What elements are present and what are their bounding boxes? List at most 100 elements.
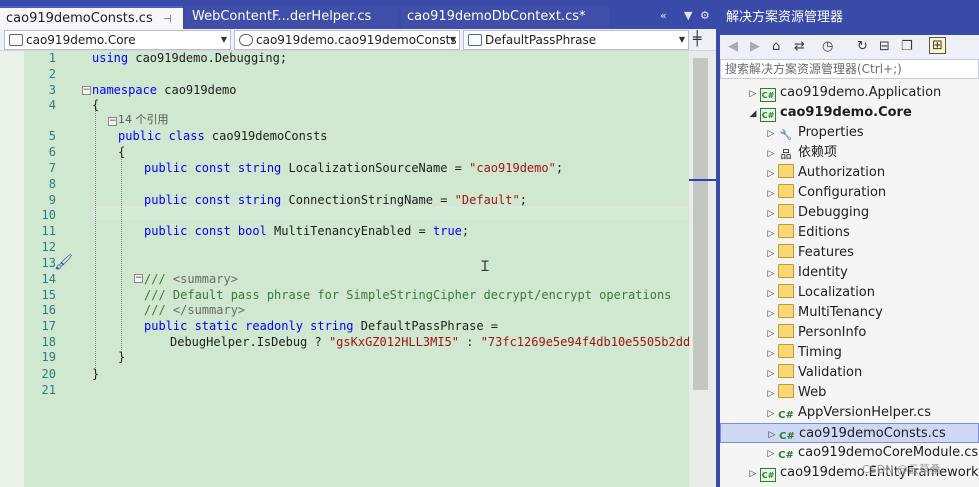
tab-webcontentfolderhelper[interactable]: WebContentF...derHelper.cs bbox=[186, 6, 398, 29]
scrollbar-thumb[interactable] bbox=[693, 58, 708, 390]
tree-item-label: MultiTenancy bbox=[798, 305, 883, 320]
solution-explorer-title: 解决方案资源管理器 bbox=[720, 0, 979, 35]
quick-actions-brush-icon[interactable]: 🖌 bbox=[54, 253, 73, 271]
double-chevron-left-icon[interactable]: « bbox=[660, 9, 667, 22]
collapse-all-icon[interactable]: ⊟ bbox=[879, 39, 890, 54]
tree-item[interactable]: ▷ Validation bbox=[720, 363, 979, 383]
line-number: 5 bbox=[48, 129, 56, 143]
collapsed-arrow-icon[interactable]: ▷ bbox=[764, 444, 778, 464]
folder-icon bbox=[778, 204, 794, 218]
sync-icon[interactable]: ↻ bbox=[857, 39, 868, 54]
collapsed-arrow-icon[interactable]: ▷ bbox=[764, 184, 778, 204]
watermark: CSDN @云草桑 bbox=[862, 463, 941, 476]
class-icon bbox=[239, 34, 253, 46]
tree-item[interactable]: ▷ 🔧 Properties bbox=[720, 123, 979, 143]
tree-item[interactable]: ▷ Authorization bbox=[720, 163, 979, 183]
folder-icon bbox=[778, 164, 794, 178]
tree-item-label: Properties bbox=[798, 125, 864, 140]
tree-item[interactable]: ▷ MultiTenancy bbox=[720, 303, 979, 323]
csharp-file-icon: C# bbox=[778, 410, 794, 421]
collapsed-arrow-icon[interactable]: ▷ bbox=[746, 464, 760, 484]
tab-cao919democonsts[interactable]: cao919demoConsts.cs ⊣ × bbox=[0, 6, 190, 29]
line-number: 18 bbox=[41, 335, 56, 349]
collapsed-arrow-icon[interactable]: ▷ bbox=[764, 404, 778, 424]
code-line-5: public class cao919demoConsts bbox=[118, 129, 328, 143]
pin-icon[interactable]: ⊣ bbox=[163, 14, 172, 25]
fold-class-icon[interactable]: − bbox=[108, 117, 117, 126]
properties-icon[interactable]: ⊞ bbox=[929, 37, 946, 54]
history-icon[interactable]: ◷ bbox=[822, 39, 833, 54]
tree-item[interactable]: ▷ C# AppVersionHelper.cs bbox=[720, 403, 979, 423]
tree-item-label: cao919demo.Core bbox=[780, 105, 912, 120]
tree-item-label: PersonInfo bbox=[798, 325, 867, 340]
collapsed-arrow-icon[interactable]: ▷ bbox=[764, 164, 778, 184]
dependencies-icon: 品 bbox=[780, 148, 792, 161]
collapsed-arrow-icon[interactable]: ▷ bbox=[746, 84, 760, 104]
fold-namespace-icon[interactable]: − bbox=[82, 86, 91, 95]
tree-item[interactable]: ◢ C# cao919demo.Core bbox=[720, 103, 979, 123]
collapsed-arrow-icon[interactable]: ▷ bbox=[764, 304, 778, 324]
csharp-file-icon: C# bbox=[778, 450, 794, 461]
expanded-arrow-icon[interactable]: ◢ bbox=[746, 104, 760, 124]
member-dropdown[interactable]: DefaultPassPhrase ▼ bbox=[463, 30, 689, 50]
dropdown-icon[interactable]: ▼ bbox=[684, 9, 692, 22]
tree-item-label: cao919demoCoreModule.cs bbox=[798, 445, 979, 460]
chevron-down-icon: ▼ bbox=[220, 35, 227, 44]
collapsed-arrow-icon[interactable]: ▷ bbox=[764, 124, 778, 144]
tree-item[interactable]: ▷ Debugging bbox=[720, 203, 979, 223]
tree-item[interactable]: ▷ 品依赖项 bbox=[720, 143, 979, 163]
collapsed-arrow-icon[interactable]: ▷ bbox=[764, 324, 778, 344]
tree-item[interactable]: ▷ Features bbox=[720, 243, 979, 263]
code-editor[interactable] bbox=[0, 51, 689, 487]
tab-label: cao919demoDbContext.cs* bbox=[407, 9, 586, 24]
csharp-project-icon: C# bbox=[760, 88, 776, 102]
code-line-9: public const string ConnectionStringName… bbox=[144, 193, 527, 207]
tree-item[interactable]: ▷ Localization bbox=[720, 283, 979, 303]
collapsed-arrow-icon[interactable]: ▷ bbox=[765, 425, 779, 445]
code-line-11: public const bool MultiTenancyEnabled = … bbox=[144, 224, 470, 238]
folder-icon bbox=[778, 304, 794, 318]
line-number: 15 bbox=[41, 288, 56, 302]
tree-item[interactable]: ▷ Timing bbox=[720, 343, 979, 363]
tree-item[interactable]: ▷ Editions bbox=[720, 223, 979, 243]
tab-cao919demodbcontext[interactable]: cao919demoDbContext.cs* bbox=[401, 6, 609, 29]
project-dropdown[interactable]: cao919demo.Core ▼ bbox=[4, 30, 231, 50]
collapsed-arrow-icon[interactable]: ▷ bbox=[764, 344, 778, 364]
tree-item-label: cao919demo.Application bbox=[780, 85, 942, 100]
line-number: 14 bbox=[41, 272, 56, 286]
collapsed-arrow-icon[interactable]: ▷ bbox=[764, 284, 778, 304]
collapsed-arrow-icon[interactable]: ▷ bbox=[764, 264, 778, 284]
collapsed-arrow-icon[interactable]: ▷ bbox=[764, 224, 778, 244]
collapsed-arrow-icon[interactable]: ▷ bbox=[764, 144, 778, 164]
code-line-7: public const string LocalizationSourceNa… bbox=[144, 161, 564, 175]
split-window-icon[interactable]: ╪ bbox=[693, 31, 701, 47]
forward-icon[interactable]: ▶ bbox=[750, 39, 760, 54]
tree-item[interactable]: ▷ Configuration bbox=[720, 183, 979, 203]
collapsed-arrow-icon[interactable]: ▷ bbox=[764, 204, 778, 224]
collapsed-arrow-icon[interactable]: ▷ bbox=[764, 364, 778, 384]
show-all-files-icon[interactable]: ❐ bbox=[901, 39, 913, 54]
home-icon[interactable]: ⌂ bbox=[772, 39, 780, 54]
tree-item[interactable]: ▷ C# cao919demo.Application bbox=[720, 83, 979, 103]
folder-icon bbox=[778, 264, 794, 278]
line-number: 6 bbox=[48, 145, 56, 159]
line-number: 10 bbox=[41, 208, 56, 222]
fold-summary-icon[interactable]: − bbox=[134, 274, 143, 283]
type-dropdown[interactable]: cao919demo.cao919demoConsts ▼ bbox=[234, 30, 460, 50]
editor-gutter bbox=[0, 51, 24, 487]
tree-item[interactable]: ▷ Identity bbox=[720, 263, 979, 283]
solution-search-input[interactable]: 搜索解决方案资源管理器(Ctrl+;) bbox=[720, 59, 979, 79]
tree-item[interactable]: ▷ C# cao919demoCoreModule.cs bbox=[720, 443, 979, 463]
collapsed-arrow-icon[interactable]: ▷ bbox=[764, 244, 778, 264]
line-number: 1 bbox=[48, 51, 56, 65]
tree-item[interactable]: ▷ Web bbox=[720, 383, 979, 403]
settings-icon[interactable]: ⚙ bbox=[700, 9, 710, 22]
tree-item[interactable]: ▷ C# cao919demoConsts.cs bbox=[720, 423, 979, 443]
tree-item[interactable]: ▷ PersonInfo bbox=[720, 323, 979, 343]
code-line-20: } bbox=[92, 367, 100, 381]
codelens-references[interactable]: 14 个引用 bbox=[118, 113, 169, 127]
switch-views-icon[interactable]: ⇄ bbox=[794, 39, 805, 54]
collapsed-arrow-icon[interactable]: ▷ bbox=[764, 384, 778, 404]
back-icon[interactable]: ◀ bbox=[728, 39, 738, 54]
scope-guide bbox=[95, 108, 96, 372]
